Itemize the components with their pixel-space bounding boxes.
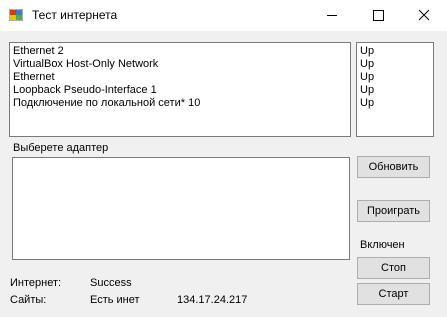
list-item[interactable]: Подключение по локальной сети* 10	[13, 97, 200, 110]
select-adapter-label: Выберете адаптер	[13, 142, 109, 154]
ip-address-value: 134.17.24.217	[177, 294, 248, 306]
list-item[interactable]: Ethernet 2	[13, 45, 64, 58]
list-item[interactable]: VirtualBox Host-Only Network	[13, 58, 158, 71]
close-icon	[418, 9, 430, 21]
sites-status-value: Есть инет	[90, 294, 140, 306]
start-button[interactable]: Старт	[357, 283, 430, 305]
list-item[interactable]: Up	[360, 97, 374, 110]
close-button[interactable]	[401, 0, 447, 31]
list-item[interactable]: Up	[360, 84, 374, 97]
selected-adapter-list[interactable]	[12, 157, 350, 260]
list-item[interactable]: Up	[360, 45, 374, 58]
app-window: Тест интернета Ethernet 2 VirtualBox Hos…	[0, 0, 447, 317]
refresh-button[interactable]: Обновить	[357, 156, 430, 178]
list-item[interactable]: Up	[360, 71, 374, 84]
internet-status-value: Success	[90, 277, 132, 289]
list-item[interactable]: Ethernet	[13, 71, 55, 84]
window-title: Тест интернета	[32, 8, 118, 22]
adapter-list[interactable]: Ethernet 2 VirtualBox Host-Only Network …	[9, 42, 351, 137]
maximize-icon	[373, 10, 384, 21]
list-item[interactable]: Loopback Pseudo-Interface 1	[13, 84, 157, 97]
list-item[interactable]: Up	[360, 58, 374, 71]
minimize-button[interactable]	[309, 0, 355, 31]
maximize-button[interactable]	[355, 0, 401, 31]
minimize-icon	[327, 15, 337, 16]
app-icon	[9, 9, 23, 21]
title-bar[interactable]: Тест интернета	[0, 0, 447, 31]
play-button[interactable]: Проиграть	[357, 200, 430, 222]
connection-state-label: Включен	[360, 239, 405, 251]
internet-label: Интернет:	[10, 277, 62, 289]
stop-button[interactable]: Стоп	[357, 257, 430, 279]
adapter-status-list[interactable]: Up Up Up Up Up	[356, 42, 434, 137]
sites-label: Сайты:	[10, 294, 47, 306]
